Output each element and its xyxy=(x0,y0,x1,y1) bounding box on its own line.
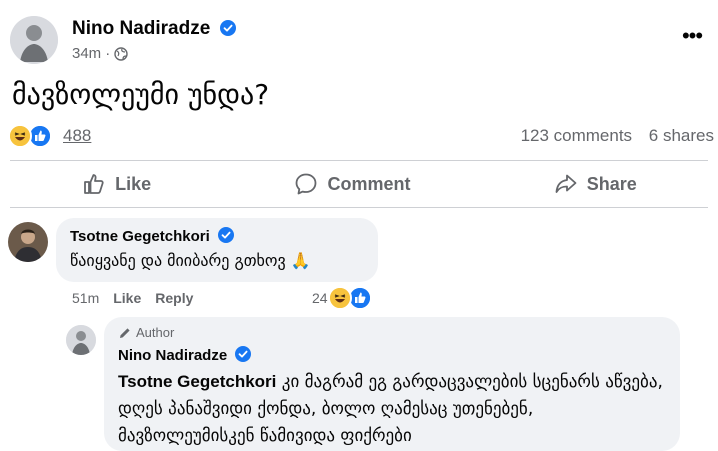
globe-icon xyxy=(114,46,128,61)
thumbs-up-icon xyxy=(84,174,104,194)
post-actions-bar: Like Comment Share xyxy=(10,164,708,204)
post-meta: 34m · xyxy=(72,45,128,62)
divider xyxy=(10,160,708,161)
share-arrow-icon xyxy=(555,174,577,193)
post-text: მავზოლეუმი უნდა? xyxy=(12,78,270,111)
comment-author-text[interactable]: Tsotne Gegetchkori xyxy=(70,228,210,245)
verified-badge-icon xyxy=(217,227,234,243)
comment-button[interactable]: Comment xyxy=(293,171,410,197)
verified-badge-icon xyxy=(219,20,236,36)
reaction-icons[interactable] xyxy=(8,124,58,148)
post-stats: 123 comments 6 shares xyxy=(509,126,714,146)
reply-text: Tsotne Gegetchkori კი მაგრამ ეგ გარდაცვა… xyxy=(118,368,666,450)
post-author-name[interactable]: Nino Nadiradze xyxy=(72,18,236,40)
more-options-button[interactable]: ••• xyxy=(678,25,706,50)
post-header: Nino Nadiradze 34m · ••• xyxy=(10,12,710,68)
comment-button-label[interactable]: Comment xyxy=(327,174,410,195)
comments-count[interactable]: 123 comments xyxy=(521,126,633,145)
comment-like-button[interactable]: Like xyxy=(113,290,141,306)
reply-author-text[interactable]: Nino Nadiradze xyxy=(118,347,227,364)
comment-actions: 51m Like Reply xyxy=(72,290,193,306)
comment-timestamp[interactable]: 51m xyxy=(72,290,99,306)
comment-reaction-count: 24 xyxy=(312,290,328,306)
like-button[interactable]: Like xyxy=(81,171,151,197)
haha-reaction-icon xyxy=(8,124,32,148)
comment-bubble-icon xyxy=(296,173,317,195)
commenter-avatar[interactable] xyxy=(8,222,48,262)
comment-bubble: Tsotne Gegetchkori წაიყვანე და მიიბარე გ… xyxy=(56,218,378,282)
comment-author-name[interactable]: Tsotne Gegetchkori xyxy=(70,227,364,245)
pencil-icon xyxy=(120,327,130,338)
author-badge-label: Author xyxy=(136,325,175,340)
comment-reaction-icons xyxy=(328,286,378,310)
author-badge: Author xyxy=(118,325,666,340)
reply-author-avatar[interactable] xyxy=(66,325,96,355)
reply-mention-link[interactable]: Tsotne Gegetchkori xyxy=(118,372,276,391)
reaction-count[interactable]: 488 xyxy=(63,126,91,146)
author-avatar[interactable] xyxy=(10,16,58,64)
haha-reaction-icon xyxy=(328,286,352,310)
reactions-summary: 488 123 comments 6 shares xyxy=(8,122,714,150)
reply-author-name[interactable]: Nino Nadiradze xyxy=(118,346,666,364)
like-button-label[interactable]: Like xyxy=(115,174,151,195)
verified-badge-icon xyxy=(235,346,252,362)
post-author-text[interactable]: Nino Nadiradze xyxy=(72,18,210,39)
comment-reactions[interactable]: 24 xyxy=(312,286,382,310)
comment-text: წაიყვანე და მიიბარე გთხოვ 🙏 xyxy=(70,251,311,270)
reply-bubble: Author Nino Nadiradze Tsotne Gegetchkori… xyxy=(104,317,680,451)
share-button[interactable]: Share xyxy=(553,171,637,197)
comment-reply-button[interactable]: Reply xyxy=(155,290,193,306)
shares-count[interactable]: 6 shares xyxy=(649,126,714,145)
share-button-label[interactable]: Share xyxy=(587,174,637,195)
post-timestamp[interactable]: 34m xyxy=(72,45,101,62)
divider xyxy=(10,207,708,208)
separator-dot: · xyxy=(105,45,111,62)
